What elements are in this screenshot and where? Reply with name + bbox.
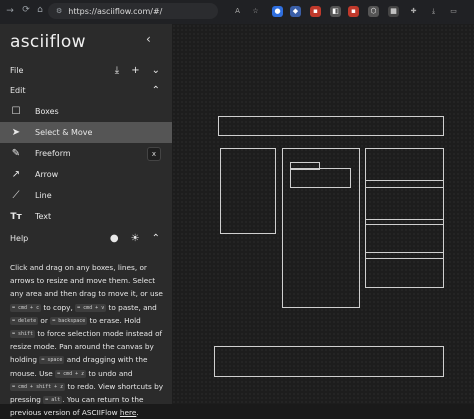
- app-logo: asciiflow: [10, 32, 86, 52]
- theme-toggle-icon[interactable]: ☀: [131, 233, 140, 244]
- freeform-shortcut-badge[interactable]: x: [147, 146, 161, 161]
- file-section-header[interactable]: File ⤓ + ⌄: [0, 60, 172, 80]
- sidebar: asciiflow ‹ File ⤓ + ⌄ Edit ⌃ ☐ Boxes ➤ …: [0, 24, 172, 417]
- tool-select-move[interactable]: ➤ Select & Move: [0, 122, 172, 143]
- drawing-canvas[interactable]: [172, 24, 474, 404]
- extension-icon[interactable]: ◧: [330, 6, 341, 17]
- extension-icon[interactable]: ●: [272, 6, 283, 17]
- line-icon: ⟋: [12, 190, 20, 201]
- shortcut-key: ⌨ space: [39, 356, 65, 365]
- freeform-icon: ✎: [11, 148, 21, 159]
- tool-label: Select & Move: [35, 128, 93, 137]
- collapse-sidebar-icon[interactable]: ‹: [146, 32, 151, 46]
- url-text: https://asciiflow.com/#/: [68, 6, 163, 16]
- shortcut-key: ⌨ shift: [10, 330, 36, 339]
- text-icon: Tт: [10, 211, 22, 222]
- tool-boxes[interactable]: ☐ Boxes: [0, 101, 172, 122]
- address-bar[interactable]: ⚙ https://asciiflow.com/#/: [48, 3, 218, 19]
- divider-line: [365, 180, 444, 181]
- forward-icon[interactable]: →: [4, 6, 16, 16]
- tool-arrow[interactable]: ↗ Arrow: [0, 164, 172, 185]
- github-icon[interactable]: ●: [110, 233, 119, 244]
- tool-label: Boxes: [35, 107, 59, 116]
- shortcut-key: ⌨ cmd + c: [10, 303, 42, 312]
- plus-icon[interactable]: +: [131, 65, 139, 76]
- site-info-icon[interactable]: ⚙: [56, 7, 62, 15]
- divider-line: [365, 219, 444, 220]
- extension-icon[interactable]: ▪: [348, 6, 359, 17]
- tool-label: Arrow: [35, 170, 59, 179]
- extension-icon[interactable]: ▪: [310, 6, 321, 17]
- shortcut-key: ⌨ delete: [10, 316, 39, 325]
- divider-line: [365, 252, 444, 253]
- diagram-box[interactable]: [218, 116, 444, 136]
- home-icon[interactable]: ⌂: [34, 5, 46, 15]
- edit-section-header[interactable]: Edit ⌃: [0, 80, 172, 100]
- extension-icon[interactable]: ▦: [388, 6, 399, 17]
- shortcut-key: ⌨ alt: [43, 396, 63, 405]
- app: asciiflow ‹ File ⤓ + ⌄ Edit ⌃ ☐ Boxes ➤ …: [0, 24, 474, 417]
- help-section-header[interactable]: Help ● ☀ ⌃: [0, 228, 172, 248]
- help-text: Click and drag on any boxes, lines, or a…: [10, 263, 164, 418]
- shortcut-key: ⌨ cmd + z: [55, 369, 87, 378]
- file-section-label: File: [10, 65, 24, 75]
- chevron-down-icon[interactable]: ⌄: [152, 65, 160, 76]
- extension-icon[interactable]: ◆: [290, 6, 301, 17]
- tool-label: Text: [35, 212, 52, 221]
- download-icon[interactable]: ⤓: [428, 6, 439, 17]
- cursor-icon: ➤: [11, 127, 21, 138]
- reload-icon[interactable]: ⟳: [20, 5, 32, 15]
- tool-label: Freeform: [35, 149, 71, 158]
- divider-line: [365, 224, 444, 225]
- split-view-icon[interactable]: ▭: [448, 6, 459, 17]
- chevron-up-icon[interactable]: ⌃: [152, 233, 160, 244]
- legacy-version-link[interactable]: here: [120, 408, 136, 417]
- shortcut-key: ⌨ cmd + shift + z: [10, 382, 66, 391]
- bookmark-icon[interactable]: ☆: [250, 6, 261, 17]
- download-icon[interactable]: ⤓: [115, 65, 119, 76]
- square-icon: ☐: [11, 106, 21, 117]
- divider-line: [365, 258, 444, 259]
- browser-toolbar: → ⟳ ⌂ ⚙ https://asciiflow.com/#/ A ☆ ● ◆…: [0, 0, 474, 24]
- puzzle-icon[interactable]: ✚: [408, 6, 419, 17]
- diagram-box[interactable]: [365, 148, 444, 288]
- shortcut-key: ⌨ cmd + v: [75, 303, 107, 312]
- translate-icon[interactable]: A: [232, 6, 243, 17]
- tool-text[interactable]: Tт Text: [0, 206, 172, 227]
- arrow-icon: ↗: [11, 169, 21, 180]
- edit-section-label: Edit: [10, 85, 26, 95]
- diagram-box[interactable]: [214, 346, 444, 377]
- chevron-up-icon[interactable]: ⌃: [152, 85, 160, 96]
- tool-line[interactable]: ⟋ Line: [0, 185, 172, 206]
- extension-icon[interactable]: ⬡: [368, 6, 379, 17]
- tool-freeform[interactable]: ✎ Freeform x: [0, 143, 172, 164]
- diagram-box[interactable]: [290, 168, 351, 188]
- diagram-box[interactable]: [220, 148, 276, 234]
- help-section-label: Help: [10, 233, 29, 243]
- shortcut-key: ⌨ backspace: [50, 316, 88, 325]
- tool-label: Line: [35, 191, 52, 200]
- divider-line: [365, 187, 444, 188]
